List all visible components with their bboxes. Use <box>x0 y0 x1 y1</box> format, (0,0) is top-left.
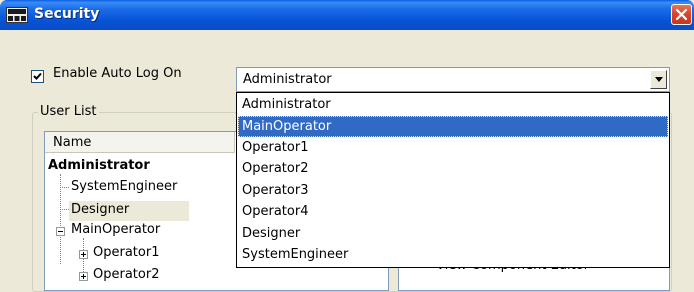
auto-logon-user-select[interactable]: Administrator <box>236 67 670 92</box>
auto-logon-checkbox[interactable] <box>31 70 44 83</box>
user-list-group-label: User List <box>38 104 99 119</box>
dropdown-option[interactable]: Operator2 <box>238 158 668 179</box>
dropdown-option-highlighted[interactable]: MainOperator <box>238 116 668 137</box>
auto-logon-user-dropdown-list[interactable]: Administrator MainOperator Operator1 Ope… <box>236 92 670 268</box>
title-bar[interactable]: Security <box>0 0 694 30</box>
tree-item-operator2[interactable]: Operator2 <box>93 267 159 282</box>
tree-item-operator1[interactable]: Operator1 <box>93 245 159 260</box>
window-title: Security <box>34 6 100 22</box>
auto-logon-user-value: Administrator <box>243 72 332 87</box>
expand-icon[interactable] <box>79 272 88 281</box>
dropdown-option[interactable]: Operator1 <box>238 137 668 158</box>
expand-icon[interactable] <box>79 250 88 259</box>
tree-guide-line <box>60 209 69 210</box>
close-icon <box>675 8 688 21</box>
auto-logon-label[interactable]: Enable Auto Log On <box>53 66 182 81</box>
checkmark-icon <box>33 72 42 80</box>
name-column-header-label: Name <box>53 135 92 150</box>
app-icon <box>6 7 28 23</box>
dropdown-button[interactable] <box>650 70 667 89</box>
close-button[interactable] <box>671 4 692 25</box>
collapse-icon[interactable] <box>56 227 65 236</box>
tree-item-mainoperator[interactable]: MainOperator <box>71 222 160 237</box>
dropdown-option[interactable]: Operator4 <box>238 201 668 222</box>
tree-item-label: Designer <box>71 202 130 217</box>
chevron-down-icon <box>655 77 663 82</box>
dropdown-option[interactable]: Administrator <box>238 94 668 115</box>
dropdown-option[interactable]: SystemEngineer <box>238 244 668 265</box>
tree-item-systemengineer[interactable]: SystemEngineer <box>71 179 177 194</box>
tree-item-designer[interactable]: Designer <box>69 201 189 221</box>
name-column-header[interactable]: Name <box>45 132 235 153</box>
tree-item-administrator[interactable]: Administrator <box>48 158 150 173</box>
dropdown-option[interactable]: Operator3 <box>238 180 668 201</box>
dropdown-option[interactable]: Designer <box>238 223 668 244</box>
tree-guide-line <box>60 187 69 188</box>
